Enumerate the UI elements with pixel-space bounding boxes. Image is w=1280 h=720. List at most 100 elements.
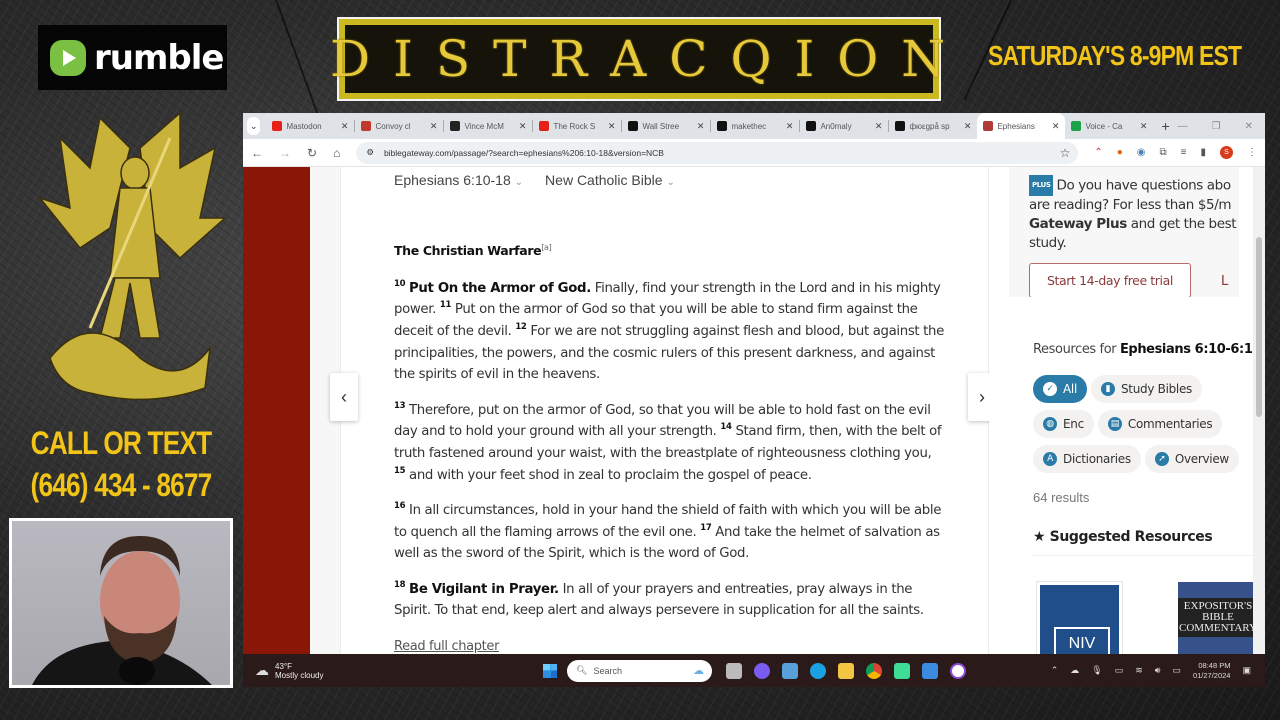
tab-title: Convoy cl bbox=[375, 121, 411, 131]
tab-search-button[interactable]: ⌄ bbox=[247, 117, 261, 135]
show-schedule: SATURDAY'S 8-9PM EST bbox=[988, 40, 1242, 71]
minimize-icon[interactable]: — bbox=[1178, 121, 1188, 132]
close-tab-icon[interactable]: ✕ bbox=[875, 121, 883, 132]
close-tab-icon[interactable]: ✕ bbox=[697, 121, 705, 132]
chrome-icon[interactable] bbox=[866, 662, 882, 679]
verse-number: 17 bbox=[700, 522, 712, 533]
address-bar[interactable]: ⚙ biblegateway.com/passage/?search=ephes… bbox=[356, 141, 1079, 164]
expositors-commentary-cover[interactable]: EXPOSITOR'S BIBLE COMMENTARY bbox=[1178, 582, 1258, 657]
extension-icon[interactable]: ◉ bbox=[1137, 147, 1146, 158]
close-tab-icon[interactable]: ✕ bbox=[430, 121, 438, 132]
browser-tab[interactable]: The Rock S ✕ bbox=[533, 113, 621, 139]
tab-title: Mastodon bbox=[286, 121, 322, 131]
windows-taskbar: ☁ 43°F Mostly cloudy 🔍︎ Search ☁ ⌃ ☁ 🎙︎ ▭… bbox=[243, 654, 1265, 687]
close-window-icon[interactable]: ✕ bbox=[1245, 121, 1253, 132]
reload-icon[interactable]: ↻ bbox=[307, 146, 317, 160]
show-hidden-icons[interactable]: ⌃ bbox=[1051, 665, 1059, 676]
restore-icon[interactable]: ❐ bbox=[1212, 121, 1221, 132]
close-tab-icon[interactable]: ✕ bbox=[1052, 121, 1060, 132]
browser-tab[interactable]: Ephesians ✕ bbox=[977, 113, 1066, 139]
wifi-icon[interactable]: ≋ bbox=[1135, 665, 1143, 676]
tab-title: The Rock S bbox=[553, 121, 596, 131]
task-view-icon[interactable] bbox=[726, 662, 742, 679]
close-tab-icon[interactable]: ✕ bbox=[786, 121, 794, 132]
browser-tab[interactable]: Wall Stree ✕ bbox=[622, 113, 710, 139]
network-status-icon[interactable]: ☁ bbox=[1070, 665, 1079, 676]
start-free-trial-button[interactable]: Start 14-day free trial bbox=[1029, 263, 1191, 297]
close-tab-icon[interactable]: ✕ bbox=[341, 121, 349, 132]
display-icon[interactable]: ▭ bbox=[1115, 665, 1124, 676]
taskbar-search[interactable]: 🔍︎ Search ☁ bbox=[567, 659, 712, 682]
rumble-play-icon bbox=[50, 39, 86, 76]
desktop-app-icon[interactable] bbox=[782, 662, 798, 679]
bookmark-star-icon[interactable]: ☆ bbox=[1060, 146, 1071, 160]
new-tab-button[interactable]: + bbox=[1153, 118, 1177, 134]
side-panel-icon[interactable]: ▮ bbox=[1200, 147, 1206, 158]
browser-tab[interactable]: Voice - Ca ✕ bbox=[1065, 113, 1153, 139]
youtube-icon bbox=[272, 121, 283, 131]
passage-reference-dropdown[interactable]: Ephesians 6:10-18 ⌄ bbox=[394, 172, 523, 188]
extensions-puzzle-icon[interactable]: ⧉ bbox=[1160, 147, 1167, 158]
windows-start-icon[interactable] bbox=[543, 663, 557, 678]
tab-strip: ⌄ Mastodon ✕ Convoy cl ✕ Vince McM ✕ The Rock … bbox=[243, 113, 1265, 139]
cloudy-weather-icon: ☁ bbox=[255, 662, 269, 678]
filter-chip[interactable]: ➚ Overview bbox=[1144, 445, 1239, 473]
home-icon[interactable]: ⌂ bbox=[333, 146, 340, 160]
media-player-icon[interactable] bbox=[950, 662, 966, 679]
duckduckgo-icon[interactable]: ● bbox=[1117, 147, 1123, 158]
forward-icon[interactable]: → bbox=[279, 146, 291, 160]
volume-icon[interactable]: 🔊︎ bbox=[1155, 665, 1161, 676]
filter-chip[interactable]: A Dictionaries bbox=[1033, 445, 1141, 473]
filter-chip[interactable]: ✓ All bbox=[1033, 375, 1087, 403]
niv-book-cover[interactable]: NIV bbox=[1036, 581, 1123, 658]
teams-icon[interactable] bbox=[754, 662, 770, 679]
passage-paragraph: 18 Be Vigilant in Prayer. In all of your… bbox=[394, 579, 944, 622]
browser-tab[interactable]: фюεgpå sp ✕ bbox=[889, 113, 977, 139]
chip-label: Dictionaries bbox=[1063, 452, 1131, 466]
rumble-wordmark: rumble bbox=[94, 37, 224, 78]
streaming-app-icon[interactable] bbox=[894, 662, 910, 679]
page-viewport: Ephesians 6:10-18 ⌄ New Catholic Bible ⌄… bbox=[243, 167, 1265, 667]
browser-tab[interactable]: An0maly ✕ bbox=[800, 113, 888, 139]
close-tab-icon[interactable]: ✕ bbox=[964, 121, 972, 132]
tab-title: фюεgpå sp bbox=[909, 121, 950, 131]
passage-heading: The Christian Warfare[a] bbox=[394, 243, 552, 259]
site-info-icon[interactable]: ⚙ bbox=[366, 147, 374, 158]
version-dropdown[interactable]: New Catholic Bible ⌄ bbox=[545, 172, 675, 188]
previous-passage-button[interactable]: ‹ bbox=[330, 373, 358, 421]
verse-text: and with your feet shod in zeal to procl… bbox=[405, 467, 812, 483]
verse-number: 15 bbox=[394, 465, 406, 476]
browser-tab[interactable]: Convoy cl ✕ bbox=[355, 113, 443, 139]
filter-chip[interactable]: ◍ Enc bbox=[1033, 410, 1094, 438]
filter-chip[interactable]: ▤ Commentaries bbox=[1097, 410, 1223, 438]
close-tab-icon[interactable]: ✕ bbox=[519, 121, 527, 132]
file-explorer-icon[interactable] bbox=[838, 662, 854, 679]
menu-icon[interactable]: ⋮ bbox=[1247, 147, 1257, 158]
close-tab-icon[interactable]: ✕ bbox=[1140, 121, 1148, 132]
chevron-down-icon: ⌄ bbox=[666, 177, 675, 188]
plus-badge: PLUS bbox=[1029, 175, 1054, 196]
footnote-link[interactable]: [a] bbox=[541, 243, 551, 252]
close-tab-icon[interactable]: ✕ bbox=[608, 121, 616, 132]
notification-icon[interactable]: ▣ bbox=[1242, 665, 1251, 676]
globe-icon: ◍ bbox=[1043, 417, 1057, 431]
sidebar-scrollbar[interactable] bbox=[1253, 167, 1265, 667]
verse-heading: Put On the Armor of God. bbox=[409, 280, 591, 296]
weather-widget[interactable]: ☁ 43°F Mostly cloudy bbox=[243, 662, 543, 680]
media-control-icon[interactable]: ≡ bbox=[1181, 147, 1187, 158]
back-icon[interactable]: ← bbox=[251, 146, 263, 160]
taskbar-clock[interactable]: 08:48 PM 01/27/2024 bbox=[1193, 661, 1231, 681]
microphone-icon[interactable]: 🎙︎ bbox=[1091, 665, 1102, 676]
profile-avatar[interactable]: S bbox=[1220, 146, 1233, 159]
site-side-banner bbox=[243, 167, 310, 667]
photos-icon[interactable] bbox=[922, 662, 938, 679]
browser-tab[interactable]: Vince McM ✕ bbox=[444, 113, 532, 139]
edge-icon[interactable] bbox=[810, 662, 826, 679]
learn-more-link[interactable]: L bbox=[1221, 273, 1229, 289]
read-full-chapter-link[interactable]: Read full chapter bbox=[394, 639, 499, 654]
battery-icon[interactable]: ▭ bbox=[1172, 665, 1181, 676]
browser-tab[interactable]: Mastodon ✕ bbox=[266, 113, 354, 139]
filter-chip[interactable]: ▮ Study Bibles bbox=[1090, 375, 1202, 403]
extension-icon[interactable]: ⌃ bbox=[1094, 147, 1102, 158]
browser-tab[interactable]: makethec ✕ bbox=[711, 113, 799, 139]
